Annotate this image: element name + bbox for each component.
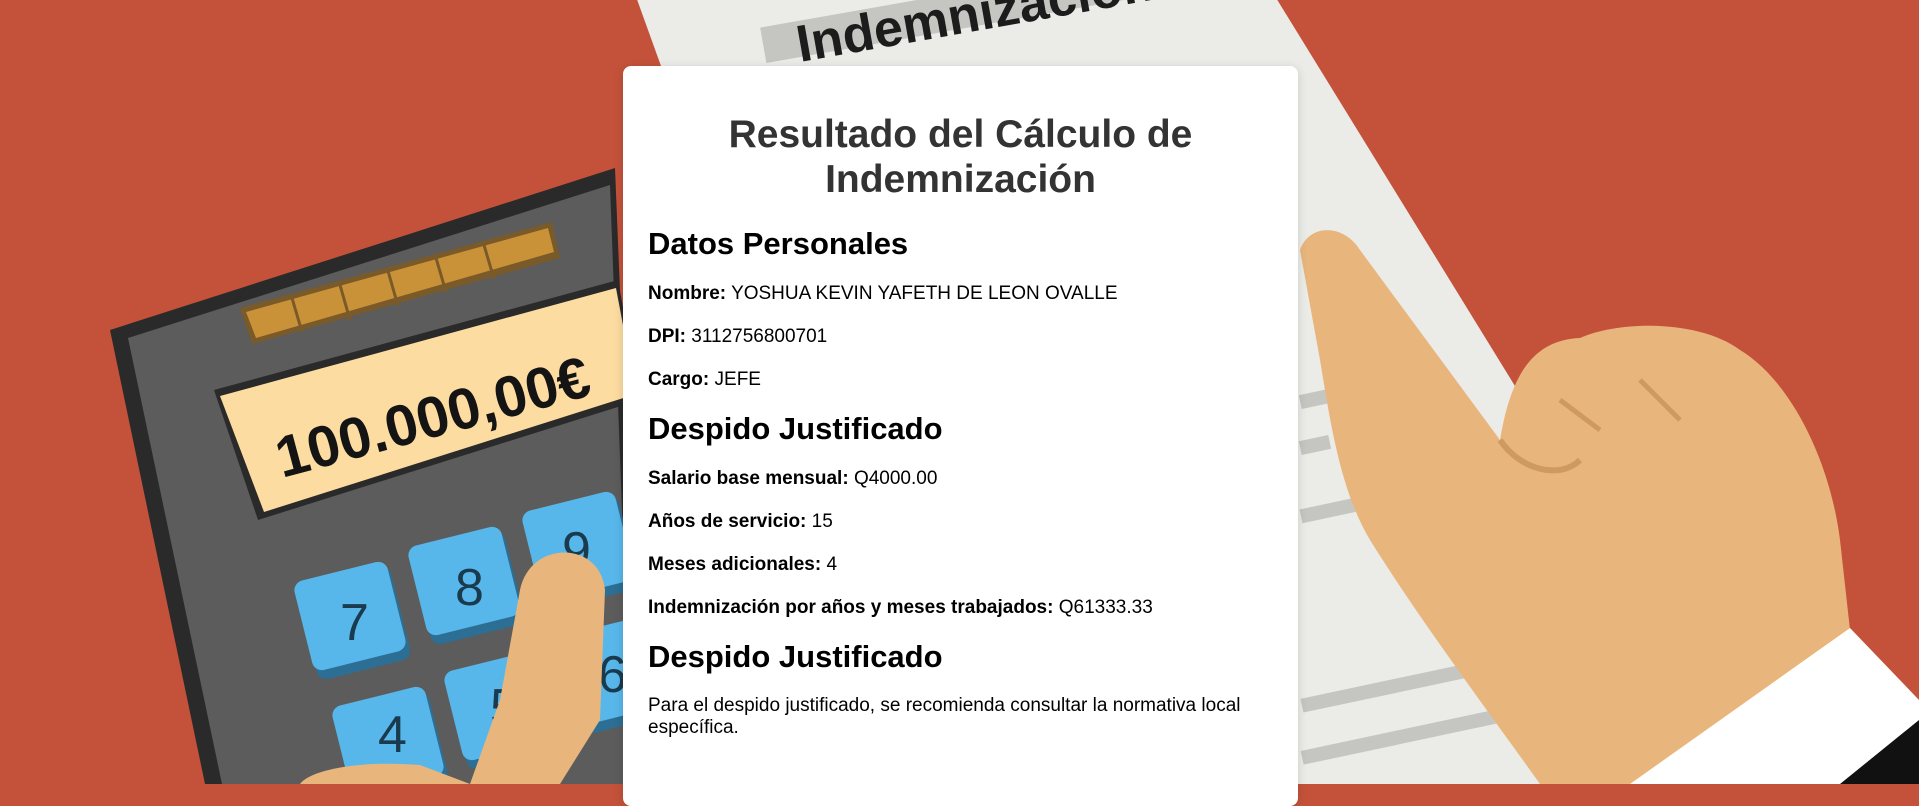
- years-value: 15: [811, 511, 833, 532]
- dpi-label: DPI:: [648, 326, 686, 347]
- justified-heading: Despido Justificado: [648, 639, 943, 674]
- dpi-value: 3112756800701: [691, 326, 828, 347]
- indemnity-row: Indemnización por años y meses trabajado…: [648, 596, 1273, 620]
- key-7: 7: [340, 594, 369, 652]
- personal-data-heading: Datos Personales: [648, 226, 909, 261]
- justified-note: Para el despido justificado, se recomien…: [648, 695, 1241, 738]
- dpi-row: DPI: 3112756800701: [648, 325, 1273, 349]
- months-row: Meses adicionales: 4: [648, 553, 1273, 577]
- name-row: Nombre: YOSHUA KEVIN YAFETH DE LEON OVAL…: [648, 282, 1273, 306]
- role-label: Cargo:: [648, 369, 710, 390]
- name-label: Nombre:: [648, 283, 727, 304]
- result-card: Resultado del Cálculo de Indemnización D…: [623, 66, 1298, 806]
- result-title: Resultado del Cálculo de Indemnización: [728, 113, 1193, 201]
- role-row: Cargo: JEFE: [648, 368, 1273, 392]
- role-value: JEFE: [714, 369, 761, 390]
- calculator: 100.000,00€ 7 8 9 4 5 6: [110, 168, 673, 784]
- salary-row: Salario base mensual: Q4000.00: [648, 467, 1273, 491]
- indemnity-value: Q61333.33: [1058, 597, 1153, 618]
- key-4: 4: [378, 706, 407, 764]
- salary-value: Q4000.00: [853, 468, 938, 489]
- salary-label: Salario base mensual:: [648, 468, 849, 489]
- months-value: 4: [826, 554, 838, 575]
- years-label: Años de servicio:: [648, 511, 807, 532]
- months-label: Meses adicionales:: [648, 554, 822, 575]
- years-row: Años de servicio: 15: [648, 510, 1273, 534]
- dismissal-heading: Despido Justificado: [648, 411, 943, 446]
- name-value: YOSHUA KEVIN YAFETH DE LEON OVALLE: [731, 283, 1118, 304]
- indemnity-label: Indemnización por años y meses trabajado…: [648, 597, 1054, 618]
- key-8: 8: [455, 559, 484, 617]
